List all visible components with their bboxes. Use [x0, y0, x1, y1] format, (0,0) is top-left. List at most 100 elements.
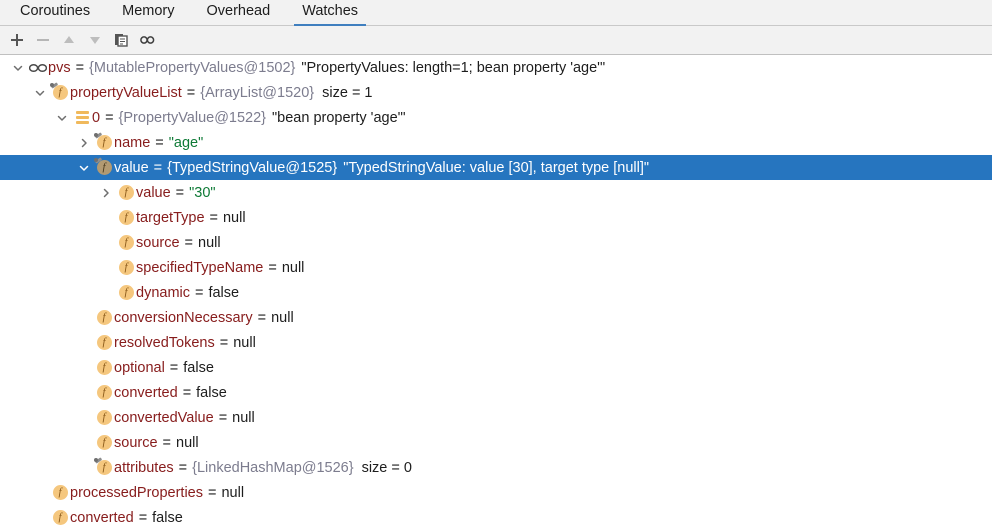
tree-row-text: dynamic = false	[136, 285, 239, 301]
tree-row[interactable]: f specifiedTypeName = null	[0, 255, 992, 280]
tree-row-text: name = "age"	[114, 135, 203, 151]
tree-row[interactable]: f source = null	[0, 230, 992, 255]
tree-row[interactable]: f value = {TypedStringValue@1525} "TypedStri…	[0, 155, 992, 180]
tree-row[interactable]: f propertyValueList = {ArrayList@1520} size …	[0, 80, 992, 105]
field-name: dynamic	[136, 284, 190, 301]
field-value: false	[196, 384, 227, 401]
tree-row[interactable]: f conversionNecessary = null	[0, 305, 992, 330]
inspect-button[interactable]	[134, 27, 160, 53]
tree-row-text: source = null	[136, 235, 221, 251]
tree-row[interactable]: pvs = {MutablePropertyValues@1502} "Propert…	[0, 55, 992, 80]
equals-sign: =	[186, 84, 196, 101]
debugger-tab-bar: Coroutines Memory Overhead Watches	[0, 0, 992, 26]
field-value: null	[221, 484, 245, 501]
field-name: source	[136, 234, 180, 251]
tree-row-text: attributes = {LinkedHashMap@1526} size = 0	[114, 460, 412, 476]
field-name: attributes	[114, 459, 174, 476]
equals-sign: =	[268, 259, 277, 276]
field-name: propertyValueList	[70, 84, 182, 101]
field-value: "30"	[189, 184, 216, 201]
field-value: null	[232, 409, 255, 426]
field-value: false	[208, 284, 240, 301]
field-name: pvs	[48, 59, 71, 76]
equals-sign: =	[182, 384, 192, 401]
tree-row-text: processedProperties = null	[70, 485, 244, 501]
equals-sign: =	[219, 334, 229, 351]
watches-toolbar	[0, 26, 992, 55]
tree-row-text: value = {TypedStringValue@1525} "TypedStrin…	[114, 160, 649, 176]
type-reference: {PropertyValue@1522}	[118, 109, 267, 126]
tree-row[interactable]: f attributes = {LinkedHashMap@1526} size = 0	[0, 455, 992, 480]
tree-row[interactable]: f source = null	[0, 430, 992, 455]
tab-watches[interactable]: Watches	[286, 0, 374, 26]
field-name: converted	[70, 509, 134, 526]
field-name: specifiedTypeName	[136, 259, 264, 276]
collection-size: size = 1	[322, 84, 373, 101]
tab-overhead[interactable]: Overhead	[191, 0, 287, 25]
tree-row[interactable]: f optional = false	[0, 355, 992, 380]
field-name: 0	[92, 109, 101, 126]
tree-row-text: converted = false	[114, 385, 227, 401]
field-name: source	[114, 434, 158, 451]
watches-tree[interactable]: pvs = {MutablePropertyValues@1502} "Propert…	[0, 55, 992, 525]
field-value: "PropertyValues: length=1; bean property…	[301, 59, 606, 76]
tree-row-text: propertyValueList = {ArrayList@1520} size =…	[70, 85, 373, 101]
equals-sign: =	[218, 409, 228, 426]
equals-sign: =	[184, 234, 193, 251]
tree-row[interactable]: f resolvedTokens = null	[0, 330, 992, 355]
chevron-down-icon[interactable]	[8, 55, 28, 80]
chevron-down-icon[interactable]	[52, 105, 72, 130]
add-watch-button[interactable]	[4, 27, 30, 53]
field-value: null	[233, 334, 256, 351]
tree-row[interactable]: f processedProperties = null	[0, 480, 992, 505]
tree-row[interactable]: f dynamic = false	[0, 280, 992, 305]
tree-row-text: source = null	[114, 435, 199, 451]
chevron-right-icon[interactable]	[96, 180, 116, 205]
field-icon: f	[94, 405, 114, 430]
tab-label: Overhead	[206, 3, 271, 19]
type-reference: {MutablePropertyValues@1502}	[89, 59, 296, 76]
chevron-right-icon[interactable]	[74, 130, 94, 155]
arrow-up-icon	[61, 32, 77, 48]
equals-sign: =	[169, 359, 179, 376]
equals-sign: =	[209, 209, 218, 226]
field-final-icon: f	[94, 455, 114, 480]
field-value: null	[281, 259, 305, 276]
tab-coroutines[interactable]: Coroutines	[4, 0, 106, 25]
field-name: optional	[114, 359, 165, 376]
field-name: conversionNecessary	[114, 309, 253, 326]
field-final-icon: f	[94, 130, 114, 155]
field-name: targetType	[136, 209, 205, 226]
tree-row[interactable]: f converted = false	[0, 505, 992, 525]
tab-label: Watches	[302, 3, 359, 19]
tree-row[interactable]: 0 = {PropertyValue@1522} "bean property 'ag…	[0, 105, 992, 130]
tree-row[interactable]: f name = "age"	[0, 130, 992, 155]
field-icon: f	[116, 280, 136, 305]
tree-row[interactable]: f targetType = null	[0, 205, 992, 230]
tree-row[interactable]: f value = "30"	[0, 180, 992, 205]
equals-sign: =	[257, 309, 267, 326]
chevron-down-icon[interactable]	[30, 80, 50, 105]
tree-row-text: optional = false	[114, 360, 214, 376]
field-final-icon: f	[50, 80, 70, 105]
tree-row-text: pvs = {MutablePropertyValues@1502} "Propert…	[48, 60, 605, 76]
chevron-down-icon[interactable]	[74, 155, 94, 180]
field-value: false	[152, 509, 183, 526]
type-reference: {TypedStringValue@1525}	[167, 159, 338, 176]
tree-row[interactable]: f converted = false	[0, 380, 992, 405]
field-value: false	[183, 359, 214, 376]
arrow-down-icon	[87, 32, 103, 48]
tree-row[interactable]: f convertedValue = null	[0, 405, 992, 430]
collection-size: size = 0	[361, 459, 412, 476]
tab-memory[interactable]: Memory	[106, 0, 190, 25]
duplicate-watch-button[interactable]	[108, 27, 134, 53]
equals-sign: =	[178, 459, 188, 476]
field-icon: f	[94, 330, 114, 355]
field-icon: f	[94, 380, 114, 405]
